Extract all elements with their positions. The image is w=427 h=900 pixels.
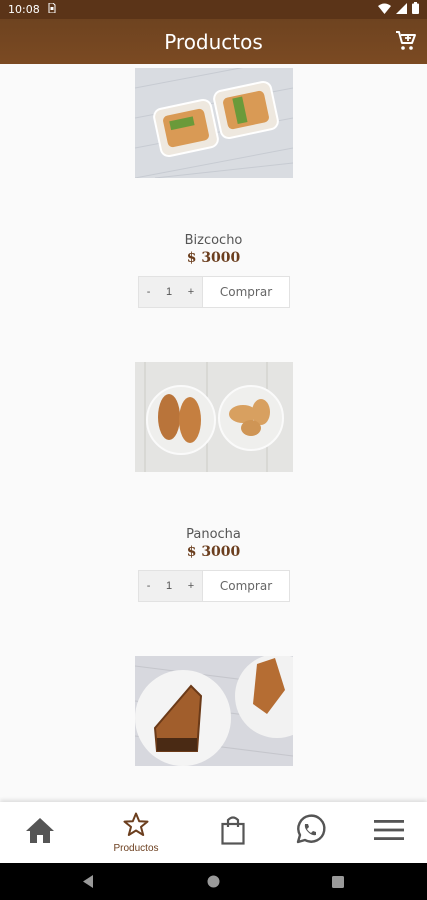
buy-group: - 1 + Comprar [138,570,290,602]
status-time: 10:08 [8,3,40,16]
buy-button[interactable]: Comprar [203,277,289,307]
decrement-button[interactable]: - [145,580,153,592]
quantity-value[interactable]: 1 [164,580,174,592]
increment-button[interactable]: + [186,580,196,592]
decrement-button[interactable]: - [145,286,153,298]
nav-whatsapp[interactable] [275,802,345,863]
back-icon[interactable] [82,875,94,893]
nav-menu[interactable] [354,802,424,863]
buy-group: - 1 + Comprar [138,276,290,308]
bottom-nav: Productos [0,802,427,863]
quantity-stepper: - 1 + [139,277,203,307]
nav-label-productos: Productos [113,842,159,854]
product-price: $ 3000 [186,544,241,560]
signal-icon [396,2,407,17]
product-name: Panocha [186,527,241,542]
page-title: Productos [164,29,263,54]
whatsapp-icon [293,813,327,852]
quantity-stepper: - 1 + [139,571,203,601]
nav-productos[interactable]: Productos [101,802,171,863]
cart-icon[interactable] [394,29,418,53]
product-name: Bizcocho [184,233,243,248]
sim-card-icon [48,2,56,16]
product-image[interactable] [135,68,293,178]
nav-home[interactable] [5,802,75,863]
battery-icon [412,2,419,17]
shopping-bag-icon [221,815,245,850]
status-bar: 10:08 [0,0,427,19]
home-icon [25,816,55,849]
quantity-value[interactable]: 1 [164,286,174,298]
recents-icon[interactable] [332,875,344,893]
buy-button[interactable]: Comprar [203,571,289,601]
product-image[interactable] [135,656,293,766]
app-bar: Productos [0,19,427,64]
home-circle-icon[interactable] [207,875,220,893]
increment-button[interactable]: + [186,286,196,298]
menu-icon [374,819,404,846]
star-icon [123,812,149,842]
wifi-icon [378,3,391,17]
product-price: $ 3000 [186,250,241,266]
system-navigation-bar [0,863,427,900]
product-image[interactable] [135,362,293,472]
product-list[interactable]: Bizcocho $ 3000 - 1 + Comprar Panocha $ … [0,64,427,802]
nav-shop[interactable] [198,802,268,863]
